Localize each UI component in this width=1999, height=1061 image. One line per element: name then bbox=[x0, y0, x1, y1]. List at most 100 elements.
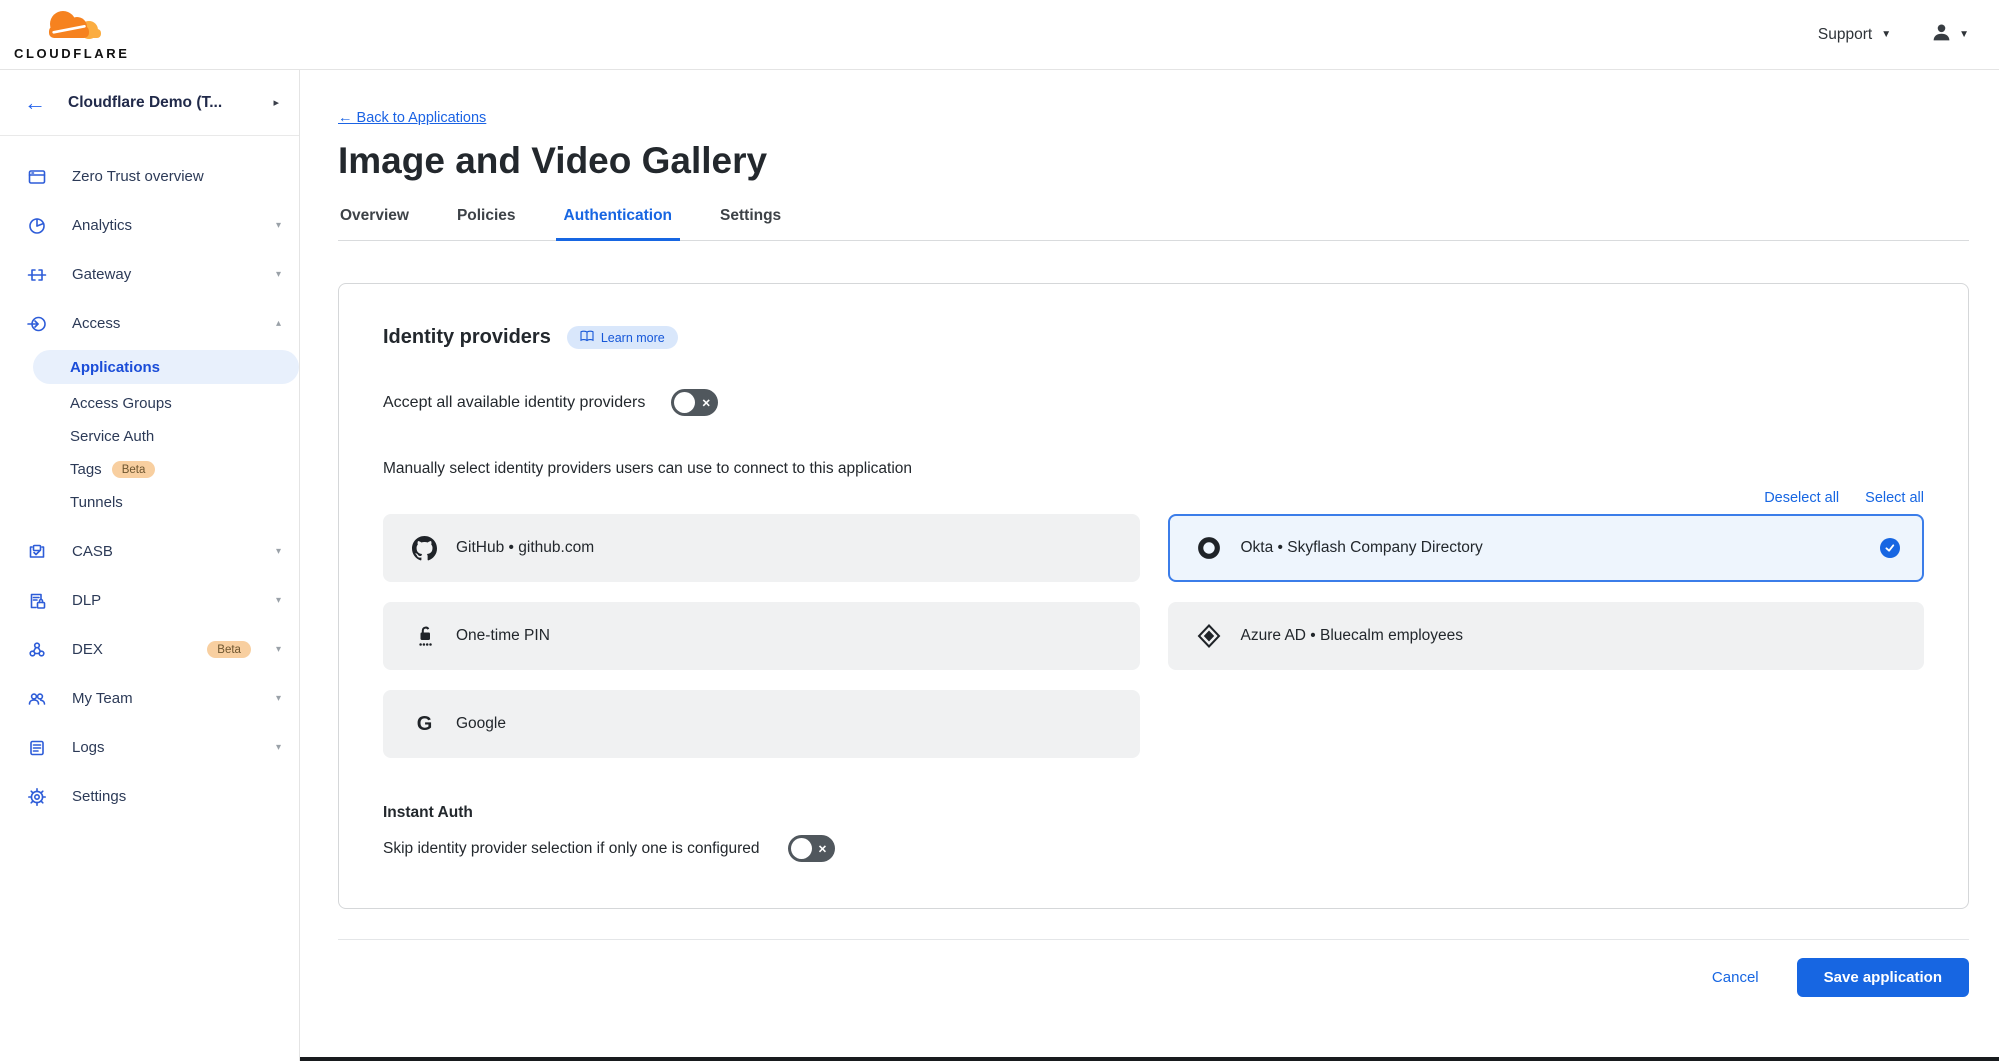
tab-overview[interactable]: Overview bbox=[338, 207, 411, 240]
gear-icon bbox=[27, 787, 47, 807]
sidebar-item-tunnels[interactable]: Tunnels bbox=[0, 486, 299, 519]
provider-label: One-time PIN bbox=[456, 627, 1116, 645]
tab-policies[interactable]: Policies bbox=[455, 207, 518, 240]
sidebar-item-dex[interactable]: DEX Beta ▾ bbox=[0, 625, 299, 674]
learn-more-label: Learn more bbox=[601, 331, 665, 345]
learn-more-badge[interactable]: Learn more bbox=[567, 326, 678, 349]
toggle-x-icon: × bbox=[818, 841, 826, 855]
beta-badge: Beta bbox=[112, 461, 156, 478]
sidebar-item-access-groups[interactable]: Access Groups bbox=[0, 387, 299, 420]
top-bar: CLOUDFLARE Support ▼ ▼ bbox=[0, 0, 1999, 70]
toggle-knob bbox=[674, 392, 695, 413]
instant-auth-label: Skip identity provider selection if only… bbox=[383, 840, 760, 858]
sidebar-item-label: CASB bbox=[72, 543, 251, 560]
sidebar: ← Cloudflare Demo (T... ▸ Zero Trust ove… bbox=[0, 70, 300, 1061]
accept-all-label: Accept all available identity providers bbox=[383, 394, 645, 412]
sidebar-item-label: Analytics bbox=[72, 217, 251, 234]
chevron-right-icon: ▸ bbox=[273, 96, 279, 109]
sidebar-item-gateway[interactable]: Gateway ▾ bbox=[0, 250, 299, 299]
accept-all-toggle[interactable]: × bbox=[671, 389, 718, 416]
identity-providers-card: Identity providers Learn more Accept all… bbox=[338, 283, 1969, 909]
sidebar-item-label: DEX bbox=[72, 641, 182, 658]
account-switcher[interactable]: ← Cloudflare Demo (T... ▸ bbox=[0, 70, 299, 136]
provider-tile-google[interactable]: G Google bbox=[383, 690, 1140, 758]
browser-window-icon bbox=[27, 167, 47, 187]
card-title: Identity providers bbox=[383, 326, 551, 349]
sidebar-item-label: Logs bbox=[72, 739, 251, 756]
gateway-icon bbox=[27, 265, 47, 285]
deselect-all-link[interactable]: Deselect all bbox=[1764, 490, 1839, 506]
chevron-down-icon: ▾ bbox=[276, 546, 281, 557]
sidebar-item-logs[interactable]: Logs ▾ bbox=[0, 723, 299, 772]
footer-divider bbox=[338, 939, 1969, 940]
instant-auth-heading: Instant Auth bbox=[383, 804, 1924, 822]
sidebar-item-label: Zero Trust overview bbox=[72, 168, 281, 185]
sidebar-item-service-auth[interactable]: Service Auth bbox=[0, 420, 299, 453]
instant-auth-toggle[interactable]: × bbox=[788, 835, 835, 862]
cloudflare-cloud-icon bbox=[36, 9, 108, 48]
chevron-down-icon: ▾ bbox=[276, 595, 281, 606]
provider-label: Google bbox=[456, 715, 1116, 733]
pie-chart-icon bbox=[27, 216, 47, 236]
chevron-down-icon: ▼ bbox=[1881, 29, 1891, 40]
provider-grid: GitHub • github.com Okta • Skyflash Comp… bbox=[383, 514, 1924, 758]
chevron-down-icon: ▾ bbox=[276, 742, 281, 753]
sidebar-item-analytics[interactable]: Analytics ▾ bbox=[0, 201, 299, 250]
back-to-applications-link[interactable]: ← Back to Applications bbox=[338, 110, 486, 126]
provider-tile-one-time-pin[interactable]: One-time PIN bbox=[383, 602, 1140, 670]
cancel-button[interactable]: Cancel bbox=[1712, 969, 1759, 986]
main-content: ← Back to Applications Image and Video G… bbox=[300, 70, 1999, 1061]
sidebar-item-label: Tunnels bbox=[70, 494, 123, 511]
sidebar-item-label: Access bbox=[72, 315, 251, 332]
support-menu[interactable]: Support ▼ bbox=[1818, 26, 1891, 44]
provider-tile-okta[interactable]: Okta • Skyflash Company Directory bbox=[1168, 514, 1925, 582]
provider-tile-github[interactable]: GitHub • github.com bbox=[383, 514, 1140, 582]
sidebar-item-dlp[interactable]: DLP ▾ bbox=[0, 576, 299, 625]
toggle-knob bbox=[791, 838, 812, 859]
beta-badge: Beta bbox=[207, 641, 251, 658]
cloudflare-logo[interactable]: CLOUDFLARE bbox=[14, 9, 130, 61]
google-icon: G bbox=[411, 713, 438, 736]
chevron-up-icon: ▴ bbox=[276, 318, 281, 329]
chevron-down-icon: ▾ bbox=[276, 693, 281, 704]
save-application-button[interactable]: Save application bbox=[1797, 958, 1969, 997]
tab-authentication[interactable]: Authentication bbox=[562, 207, 675, 240]
sidebar-item-applications[interactable]: Applications bbox=[33, 350, 299, 384]
support-label: Support bbox=[1818, 26, 1872, 44]
sidebar-nav: Zero Trust overview Analytics ▾ Gateway … bbox=[0, 136, 299, 821]
sidebar-item-zero-trust-overview[interactable]: Zero Trust overview bbox=[0, 152, 299, 201]
provider-label: GitHub • github.com bbox=[456, 539, 1116, 557]
manual-select-text: Manually select identity providers users… bbox=[383, 460, 1924, 478]
chevron-down-icon: ▾ bbox=[276, 269, 281, 280]
sidebar-item-settings[interactable]: Settings bbox=[0, 772, 299, 821]
people-icon bbox=[27, 689, 47, 709]
one-time-pin-icon bbox=[411, 623, 438, 649]
network-cluster-icon bbox=[27, 640, 47, 660]
back-arrow-icon[interactable]: ← bbox=[24, 92, 46, 114]
window-bottom-edge bbox=[300, 1057, 1999, 1061]
user-avatar-icon bbox=[1931, 22, 1952, 48]
select-all-link[interactable]: Select all bbox=[1865, 490, 1924, 506]
okta-icon bbox=[1196, 535, 1223, 561]
chevron-down-icon: ▾ bbox=[276, 220, 281, 231]
sidebar-item-label: Tags bbox=[70, 461, 102, 478]
sidebar-item-tags[interactable]: Tags Beta bbox=[0, 453, 299, 486]
tab-settings[interactable]: Settings bbox=[718, 207, 783, 240]
sidebar-item-label: DLP bbox=[72, 592, 251, 609]
sidebar-item-my-team[interactable]: My Team ▾ bbox=[0, 674, 299, 723]
sidebar-item-label: Service Auth bbox=[70, 428, 154, 445]
page-title: Image and Video Gallery bbox=[338, 140, 1969, 182]
chevron-down-icon: ▼ bbox=[1959, 29, 1969, 40]
user-menu[interactable]: ▼ bbox=[1931, 22, 1969, 48]
book-icon bbox=[580, 330, 594, 345]
sidebar-item-label: Applications bbox=[70, 359, 160, 376]
log-document-icon bbox=[27, 738, 47, 758]
sidebar-item-casb[interactable]: CASB ▾ bbox=[0, 527, 299, 576]
casb-check-box-icon bbox=[27, 542, 47, 562]
sidebar-item-access[interactable]: Access ▴ bbox=[0, 299, 299, 348]
chevron-down-icon: ▾ bbox=[276, 644, 281, 655]
document-lock-icon bbox=[27, 591, 47, 611]
account-name: Cloudflare Demo (T... bbox=[68, 94, 251, 112]
sidebar-item-label: Gateway bbox=[72, 266, 251, 283]
provider-tile-azure-ad[interactable]: Azure AD • Bluecalm employees bbox=[1168, 602, 1925, 670]
